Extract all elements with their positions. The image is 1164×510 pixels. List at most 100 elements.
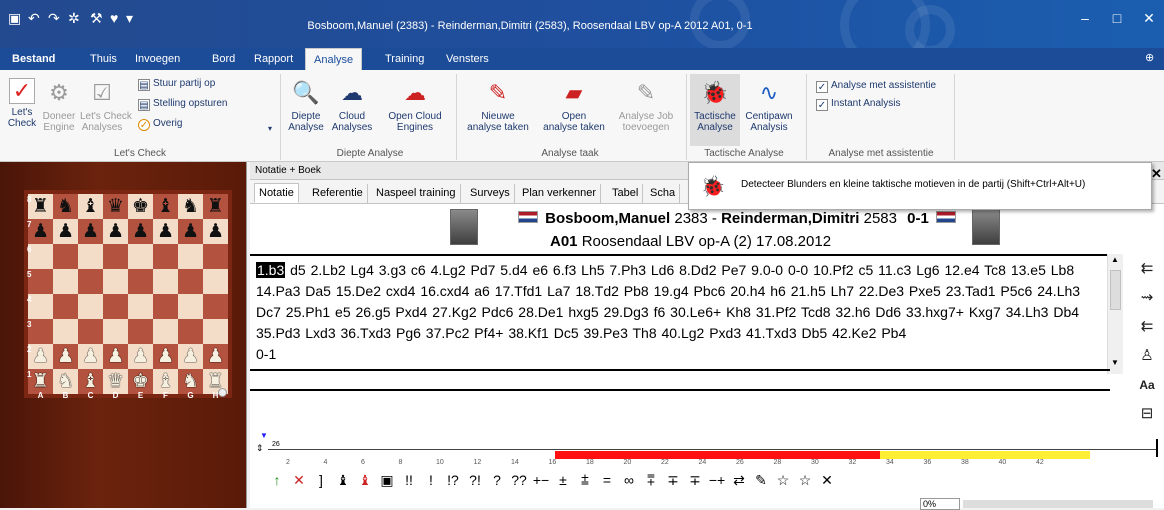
scroll-down-icon[interactable]: ▼: [1111, 358, 1119, 367]
tab-thuis[interactable]: Thuis: [90, 53, 117, 65]
board-square[interactable]: [203, 319, 228, 344]
annotation-symbol-button[interactable]: ∓: [684, 472, 706, 489]
annotation-symbol-button[interactable]: =: [596, 472, 618, 488]
annotation-symbol-button[interactable]: ⩲: [574, 472, 596, 489]
engine-arrow-icon[interactable]: ⇝: [1133, 285, 1161, 311]
annotation-symbol-button[interactable]: ♝: [354, 472, 376, 489]
board-square[interactable]: [28, 319, 53, 344]
black-piece[interactable]: ♟: [157, 220, 174, 242]
board-square[interactable]: ♟: [78, 344, 103, 369]
board-square[interactable]: [103, 244, 128, 269]
help-icon[interactable]: ⊕: [1145, 51, 1154, 64]
annotation-symbol-button[interactable]: +−: [530, 472, 552, 488]
back-arrow-icon[interactable]: ⇇: [1133, 256, 1161, 282]
tab-analyse[interactable]: Analyse: [305, 48, 363, 70]
board-square[interactable]: [78, 269, 103, 294]
annotation-symbol-button[interactable]: !?: [442, 472, 464, 488]
board-square[interactable]: ♛: [103, 194, 128, 219]
stuur-partij-button[interactable]: ▤ Stuur partij op: [138, 78, 215, 91]
tab-naspeel-training[interactable]: Naspeel training: [372, 184, 461, 204]
black-piece[interactable]: ♛: [107, 195, 124, 217]
white-piece[interactable]: ♞: [57, 370, 74, 392]
board-square[interactable]: ♟: [28, 219, 53, 244]
board-square[interactable]: ♝: [78, 194, 103, 219]
white-piece[interactable]: ♟: [132, 345, 149, 367]
board-square[interactable]: [203, 294, 228, 319]
tab-notatie[interactable]: Notatie: [254, 183, 299, 203]
board-square[interactable]: [128, 294, 153, 319]
tree-icon[interactable]: ⊟: [1133, 401, 1161, 427]
board-square[interactable]: [28, 294, 53, 319]
annotation-symbol-button[interactable]: ?: [486, 472, 508, 488]
analyse-met-assistentie-checkbox[interactable]: ✓ Analyse met assistentie: [816, 80, 936, 93]
board-square[interactable]: ♟: [103, 219, 128, 244]
open-analyse-taken-button[interactable]: ▰ Open analyse taken: [538, 78, 610, 133]
stelling-opsturen-button[interactable]: ▤ Stelling opsturen: [138, 98, 228, 111]
board-square[interactable]: [28, 269, 53, 294]
centipawn-analysis-button[interactable]: ∿ Centipawn Analysis: [744, 78, 794, 133]
board-square[interactable]: ♟: [53, 344, 78, 369]
board-square[interactable]: [153, 319, 178, 344]
minimize-button[interactable]: –: [1070, 10, 1100, 26]
open-cloud-engines-button[interactable]: ☁ Open Cloud Engines: [384, 78, 446, 133]
annotation-symbol-button[interactable]: ∓: [662, 472, 684, 489]
board-square[interactable]: ♟: [28, 344, 53, 369]
black-piece[interactable]: ♞: [57, 195, 74, 217]
annotation-symbol-button[interactable]: ??: [508, 472, 530, 488]
diepte-analyse-button[interactable]: 🔍 Diepte Analyse: [286, 78, 326, 133]
notation-text[interactable]: 1.b3 d5 2.Lb2 Lg4 3.g3 c6 4.Lg2 Pd7 5.d4…: [250, 254, 1110, 366]
board-square[interactable]: ♟: [78, 219, 103, 244]
black-piece[interactable]: ♜: [207, 195, 224, 217]
white-piece[interactable]: ♟: [32, 345, 49, 367]
board-square[interactable]: [128, 269, 153, 294]
pawn-icon[interactable]: ♙: [1133, 343, 1161, 369]
black-piece[interactable]: ♞: [182, 195, 199, 217]
annotation-symbol-button[interactable]: ↑: [266, 472, 288, 488]
annotation-line[interactable]: [250, 369, 1110, 391]
annotation-symbol-button[interactable]: ⇄: [728, 472, 750, 489]
black-piece[interactable]: ♚: [132, 195, 149, 217]
board-square[interactable]: ♞: [178, 194, 203, 219]
board-square[interactable]: [53, 319, 78, 344]
board-square[interactable]: [103, 294, 128, 319]
board-square[interactable]: [53, 244, 78, 269]
nieuwe-analyse-taken-button[interactable]: ✎ Nieuwe analyse taken: [464, 78, 532, 133]
black-piece[interactable]: ♟: [182, 220, 199, 242]
annotation-symbol-button[interactable]: ∞: [618, 472, 640, 488]
tab-rapport[interactable]: Rapport: [254, 53, 293, 65]
annotation-symbol-button[interactable]: ☆: [772, 472, 794, 489]
black-piece[interactable]: ♜: [32, 195, 49, 217]
board-square[interactable]: [103, 319, 128, 344]
annotation-symbol-button[interactable]: ♝: [332, 472, 354, 489]
board-square[interactable]: [53, 294, 78, 319]
white-piece[interactable]: ♟: [107, 345, 124, 367]
annotation-symbol-button[interactable]: ✎: [750, 472, 772, 489]
board-square[interactable]: [153, 244, 178, 269]
white-piece[interactable]: ♟: [182, 345, 199, 367]
board-square[interactable]: [178, 319, 203, 344]
tactische-analyse-button[interactable]: 🐞 Tactische Analyse: [690, 74, 740, 146]
board-square[interactable]: [178, 294, 203, 319]
board-square[interactable]: [28, 244, 53, 269]
board-square[interactable]: [128, 319, 153, 344]
annotation-symbol-button[interactable]: !: [420, 472, 442, 488]
board-square[interactable]: [203, 269, 228, 294]
annotation-symbol-button[interactable]: ☆: [794, 472, 816, 489]
chess-board[interactable]: ♜ ♞ ♝ ♛ ♚ ♝ ♞ ♜ ♟ ♟ ♟ ♟ ♟ ♟ ♟ ♟ ♟ ♟ ♟ ♟ ♟ ♟ ♟ ♟ ♜ ♞ ♝ ♛ ♚ ♝ ♞ ♜: [24, 190, 232, 398]
black-piece[interactable]: ♟: [32, 220, 49, 242]
more-dropdown-icon[interactable]: ▾: [268, 124, 272, 133]
board-square[interactable]: [153, 294, 178, 319]
tab-bestand[interactable]: Bestand: [12, 53, 55, 65]
cloud-analyses-button[interactable]: ☁ Cloud Analyses: [328, 78, 376, 133]
white-piece[interactable]: ♟: [82, 345, 99, 367]
annotation-symbol-button[interactable]: !!: [398, 472, 420, 488]
black-piece[interactable]: ♟: [132, 220, 149, 242]
board-square[interactable]: ♜: [203, 194, 228, 219]
maximize-button[interactable]: □: [1102, 10, 1132, 26]
board-square[interactable]: [178, 269, 203, 294]
white-piece[interactable]: ♚: [132, 370, 149, 392]
annotation-symbol-button[interactable]: ±: [552, 472, 574, 488]
vertical-scrollbar[interactable]: ▲ ▼: [1107, 254, 1123, 374]
board-square[interactable]: [128, 244, 153, 269]
tab-invoegen[interactable]: Invoegen: [135, 53, 180, 65]
